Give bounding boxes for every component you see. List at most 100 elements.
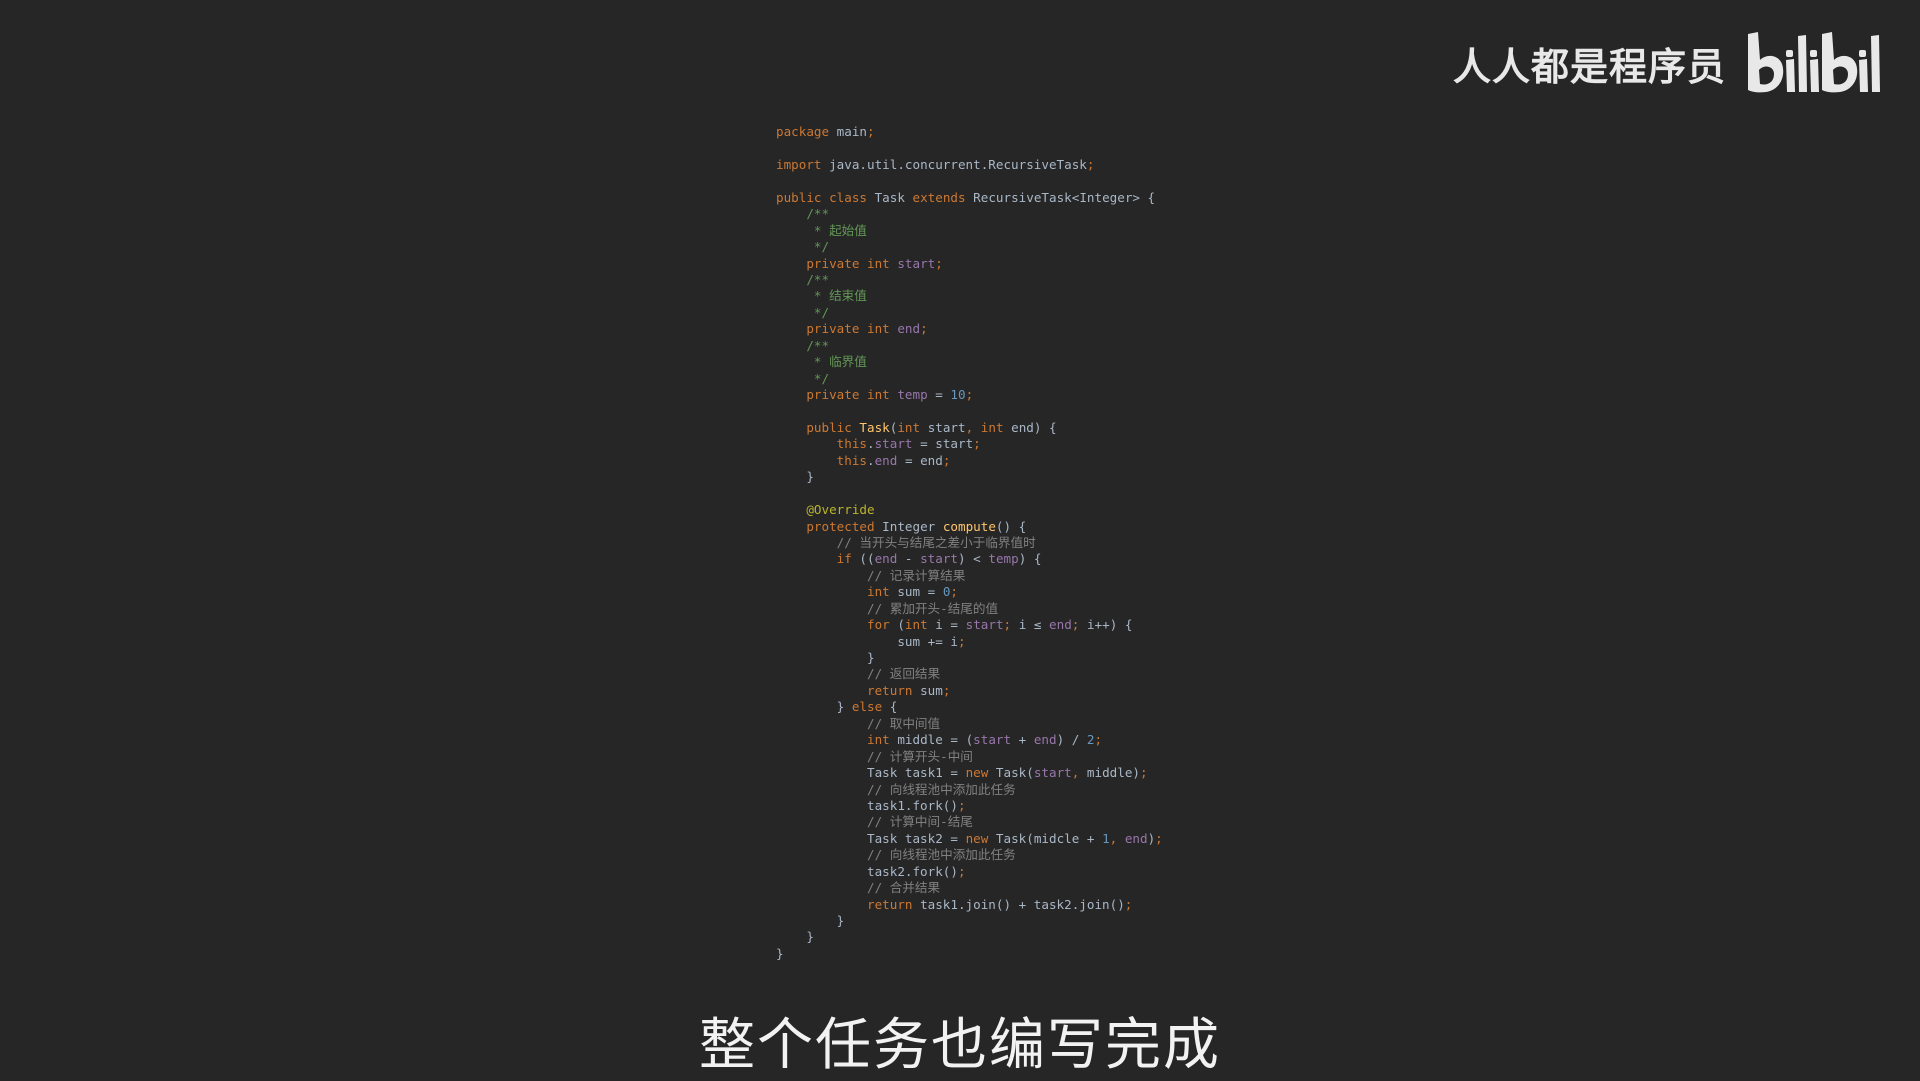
code-token: // 当开头与结尾之差小于临界值时 [776, 534, 1036, 550]
code-line: sum += i; [776, 634, 1163, 650]
code-token: ; [1155, 830, 1163, 846]
code-token: ; [965, 387, 974, 402]
code-token: ) / [1056, 732, 1087, 748]
code-token: start [927, 419, 966, 435]
code-token: end [1049, 617, 1072, 633]
code-token: ; [867, 124, 875, 139]
code-token: end [1124, 830, 1148, 846]
code-token: Task [859, 419, 890, 435]
code-token: ; [1003, 617, 1019, 633]
code-token: int [980, 419, 1012, 435]
code-token: private int [776, 321, 898, 337]
code-line: // 取中间值 [776, 716, 1163, 732]
code-token: ; [1071, 617, 1087, 633]
code-line: protected Integer compute() { [776, 519, 1163, 535]
code-token: start [1033, 765, 1072, 781]
code-token: package [776, 124, 837, 139]
code-line: // 计算开头-中间 [776, 749, 1163, 765]
code-token: temp [897, 387, 936, 402]
code-token: { [889, 699, 898, 715]
video-subtitle: 整个任务也编写完成 [699, 1013, 1221, 1078]
code-line: public Task(int start, int end) { [776, 420, 1163, 436]
code-token: = [935, 387, 951, 402]
code-token: new [965, 765, 996, 781]
code-token: sum [920, 682, 943, 698]
code-token: RecursiveTask<Integer> { [973, 189, 1156, 205]
code-line: // 记录计算结果 [776, 568, 1163, 584]
code-token: ( [897, 617, 905, 633]
code-token: ; [920, 321, 928, 337]
code-token: end [874, 452, 905, 468]
code-token: start [897, 255, 936, 271]
code-token: Task( [995, 765, 1034, 781]
code-token: // 向线程池中添加此任务 [776, 781, 1016, 797]
code-token: ; [1094, 732, 1103, 748]
channel-watermark: 人人都是程序员 [1453, 30, 1884, 96]
code-line: /** [776, 206, 1163, 222]
code-token: end [874, 551, 905, 567]
code-token: middle = ( [897, 732, 974, 748]
code-line: // 累加开头-结尾的值 [776, 601, 1163, 617]
code-line: import java.util.concurrent.RecursiveTas… [776, 157, 1163, 173]
code-token: , [1071, 765, 1087, 781]
code-token: sum += i [776, 633, 958, 649]
code-line: /** [776, 272, 1163, 288]
code-line: this.start = start; [776, 436, 1163, 452]
code-token: ; [957, 797, 966, 813]
code-token: ; [973, 436, 981, 452]
code-token: this [776, 452, 867, 468]
code-token: start [874, 436, 921, 452]
code-token: Task task2 = [776, 830, 966, 846]
code-token: i ≤ [1018, 617, 1050, 633]
code-line: // 计算中间-结尾 [776, 814, 1163, 830]
code-token: if [776, 551, 860, 567]
code-token: } [776, 929, 814, 945]
code-token: int [897, 419, 928, 435]
code-token: * 结束值 [776, 288, 867, 304]
code-token: // 累加开头-结尾的值 [776, 600, 999, 616]
code-token: () { [995, 518, 1027, 534]
code-line: if ((end - start) < temp) { [776, 551, 1163, 567]
code-token: /** [776, 337, 830, 353]
code-token: . [867, 452, 875, 468]
code-token: // 记录计算结果 [776, 567, 966, 583]
code-token: 2 [1086, 732, 1095, 748]
code-token: */ [776, 370, 830, 386]
code-token: this [776, 436, 867, 452]
code-line: int middle = (start + end) / 2; [776, 732, 1163, 748]
code-token: import [776, 156, 830, 172]
code-line: public class Task extends RecursiveTask<… [776, 190, 1163, 206]
code-token: ; [942, 452, 951, 468]
code-line: package main; [776, 124, 1163, 140]
code-token: compute [942, 518, 996, 534]
code-line: // 向线程池中添加此任务 [776, 847, 1163, 863]
code-line: } [776, 469, 1163, 485]
code-token: Task(midcle + [995, 830, 1103, 846]
code-token: (( [859, 551, 875, 567]
code-token: else [851, 699, 890, 715]
code-line: task2.fork(); [776, 864, 1163, 880]
code-token: public class [776, 189, 875, 205]
code-line: */ [776, 305, 1163, 321]
code-token: new [965, 830, 996, 846]
code-line: * 临界值 [776, 354, 1163, 370]
code-token: i = [935, 617, 966, 633]
code-token: ; [1124, 896, 1133, 912]
code-token: // 合并结果 [776, 880, 941, 896]
code-token: */ [776, 304, 830, 320]
code-token: /** [776, 271, 830, 287]
code-token: for [776, 617, 898, 633]
code-line: // 向线程池中添加此任务 [776, 782, 1163, 798]
channel-name: 人人都是程序员 [1452, 44, 1726, 89]
code-token: private int [776, 255, 898, 271]
code-token: end [897, 321, 921, 337]
code-line: } [776, 650, 1163, 666]
code-line: return sum; [776, 683, 1163, 699]
code-line: // 合并结果 [776, 880, 1163, 896]
code-line: private int temp = 10; [776, 387, 1163, 403]
code-token: Task [874, 189, 913, 205]
code-token: } [776, 650, 875, 665]
